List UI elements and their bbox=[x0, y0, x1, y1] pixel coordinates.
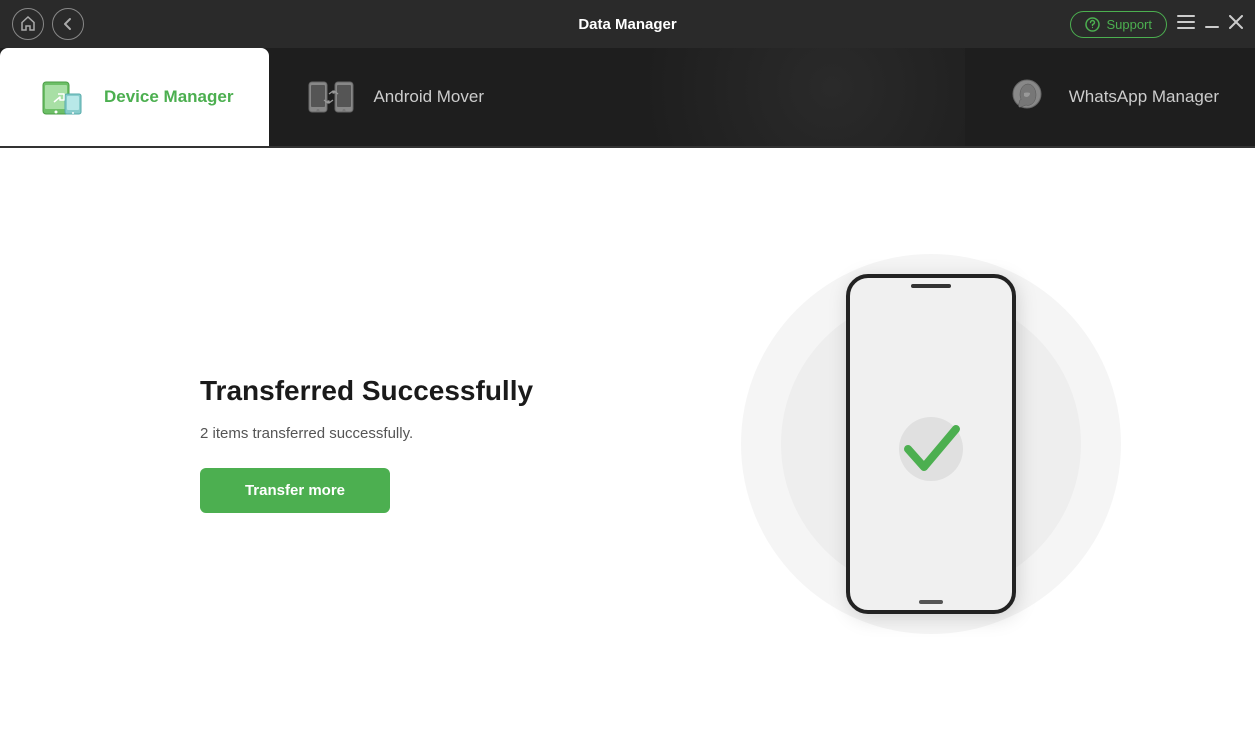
tab-android-mover[interactable]: Android Mover bbox=[269, 48, 520, 146]
device-manager-icon bbox=[37, 72, 87, 122]
minimize-button[interactable] bbox=[1205, 16, 1219, 32]
titlebar-title: Data Manager bbox=[578, 16, 676, 33]
tab-device-manager[interactable]: Device Manager bbox=[0, 48, 269, 146]
window-controls bbox=[1177, 15, 1243, 33]
checkmark-wrap bbox=[881, 394, 981, 494]
support-button[interactable]: Support bbox=[1070, 11, 1167, 38]
main-content: Transferred Successfully 2 items transfe… bbox=[0, 148, 1255, 739]
nav-area: Device Manager Android Mover bbox=[0, 48, 1255, 148]
transfer-more-button[interactable]: Transfer more bbox=[200, 468, 390, 513]
app-title: Data Manager bbox=[578, 16, 676, 33]
success-title: Transferred Successfully bbox=[200, 375, 688, 407]
success-subtitle: 2 items transferred successfully. bbox=[200, 425, 688, 442]
tab-device-manager-label: Device Manager bbox=[104, 87, 233, 107]
phone-notch bbox=[911, 284, 951, 288]
titlebar-right: Support bbox=[1070, 11, 1243, 38]
illustration-section bbox=[688, 274, 1176, 614]
tab-whatsapp-manager-label: WhatsApp Manager bbox=[1069, 87, 1219, 107]
menu-button[interactable] bbox=[1177, 15, 1195, 33]
checkmark-icon bbox=[886, 399, 976, 489]
titlebar-left bbox=[12, 8, 84, 40]
android-mover-icon bbox=[306, 72, 356, 122]
close-button[interactable] bbox=[1229, 15, 1243, 33]
titlebar: Data Manager Support bbox=[0, 0, 1255, 48]
whatsapp-manager-icon bbox=[1002, 72, 1052, 122]
whatsapp-manager-icon-wrap bbox=[1001, 71, 1053, 123]
support-label: Support bbox=[1106, 17, 1152, 32]
nav-bg bbox=[520, 48, 965, 146]
home-button[interactable] bbox=[12, 8, 44, 40]
android-mover-icon-wrap bbox=[305, 71, 357, 123]
device-manager-icon-wrap bbox=[36, 71, 88, 123]
back-button[interactable] bbox=[52, 8, 84, 40]
tab-android-mover-label: Android Mover bbox=[373, 87, 484, 107]
success-section: Transferred Successfully 2 items transfe… bbox=[80, 375, 688, 513]
tab-whatsapp-manager[interactable]: WhatsApp Manager bbox=[965, 48, 1255, 146]
phone-mockup bbox=[846, 274, 1016, 614]
phone-home-indicator bbox=[919, 600, 943, 604]
